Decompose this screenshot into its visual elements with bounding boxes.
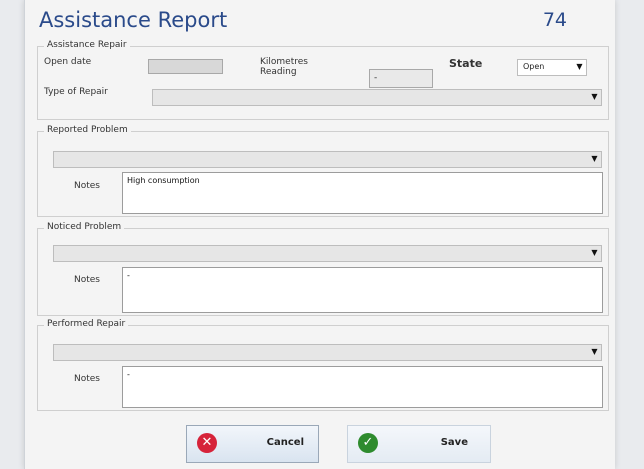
chevron-down-icon: ▼ <box>591 347 598 356</box>
performed-repair-legend: Performed Repair <box>44 319 129 329</box>
performed-notes-value: - <box>127 370 130 379</box>
chevron-down-icon: ▼ <box>591 154 598 163</box>
save-button[interactable]: ✓ Save <box>347 425 491 463</box>
reported-notes-label: Notes <box>74 181 100 191</box>
km-label-line2: Reading <box>260 67 297 77</box>
cancel-button-label: Cancel <box>266 437 304 448</box>
x-circle-icon: ✕ <box>197 433 217 453</box>
open-date-field[interactable] <box>148 59 223 74</box>
noticed-notes-field[interactable]: - <box>122 267 603 313</box>
noticed-problem-group: Noticed Problem ▼ Notes - <box>37 222 609 316</box>
type-of-repair-label: Type of Repair <box>44 87 108 97</box>
noticed-notes-label: Notes <box>74 275 100 285</box>
assistance-report-window: Assistance Report 74 Assistance Repair O… <box>24 0 615 469</box>
performed-repair-group: Performed Repair ▼ Notes - <box>37 319 609 411</box>
performed-repair-select[interactable]: ▼ <box>53 344 602 361</box>
open-date-label: Open date <box>44 57 92 67</box>
check-circle-icon: ✓ <box>358 433 378 453</box>
assistance-repair-group: Assistance Repair Open date Kilometres R… <box>37 40 609 120</box>
state-select-value: Open <box>523 62 545 71</box>
reported-problem-group: Reported Problem ▼ Notes High consumptio… <box>37 125 609 217</box>
chevron-down-icon: ▼ <box>591 248 598 257</box>
report-number: 74 <box>542 9 567 31</box>
reported-notes-field[interactable]: High consumption <box>122 172 603 214</box>
assistance-repair-legend: Assistance Repair <box>44 40 130 50</box>
noticed-problem-select[interactable]: ▼ <box>53 245 602 262</box>
chevron-down-icon: ▼ <box>591 92 598 101</box>
page-title: Assistance Report <box>39 8 228 32</box>
reported-problem-select[interactable]: ▼ <box>53 151 602 168</box>
state-label: State <box>449 57 483 70</box>
noticed-problem-legend: Noticed Problem <box>44 222 125 232</box>
km-label-line1: Kilometres <box>260 57 308 67</box>
cancel-button[interactable]: ✕ Cancel <box>186 425 319 463</box>
reported-problem-legend: Reported Problem <box>44 125 131 135</box>
km-reading-value: - <box>374 73 378 83</box>
type-of-repair-select[interactable]: ▼ <box>152 89 602 106</box>
performed-notes-field[interactable]: - <box>122 366 603 408</box>
save-button-label: Save <box>440 437 468 448</box>
reported-notes-value: High consumption <box>127 176 200 185</box>
chevron-down-icon: ▼ <box>576 62 583 71</box>
state-select[interactable]: Open ▼ <box>517 59 587 76</box>
km-reading-field[interactable]: - <box>369 69 433 88</box>
noticed-notes-value: - <box>127 271 130 280</box>
performed-notes-label: Notes <box>74 374 100 384</box>
